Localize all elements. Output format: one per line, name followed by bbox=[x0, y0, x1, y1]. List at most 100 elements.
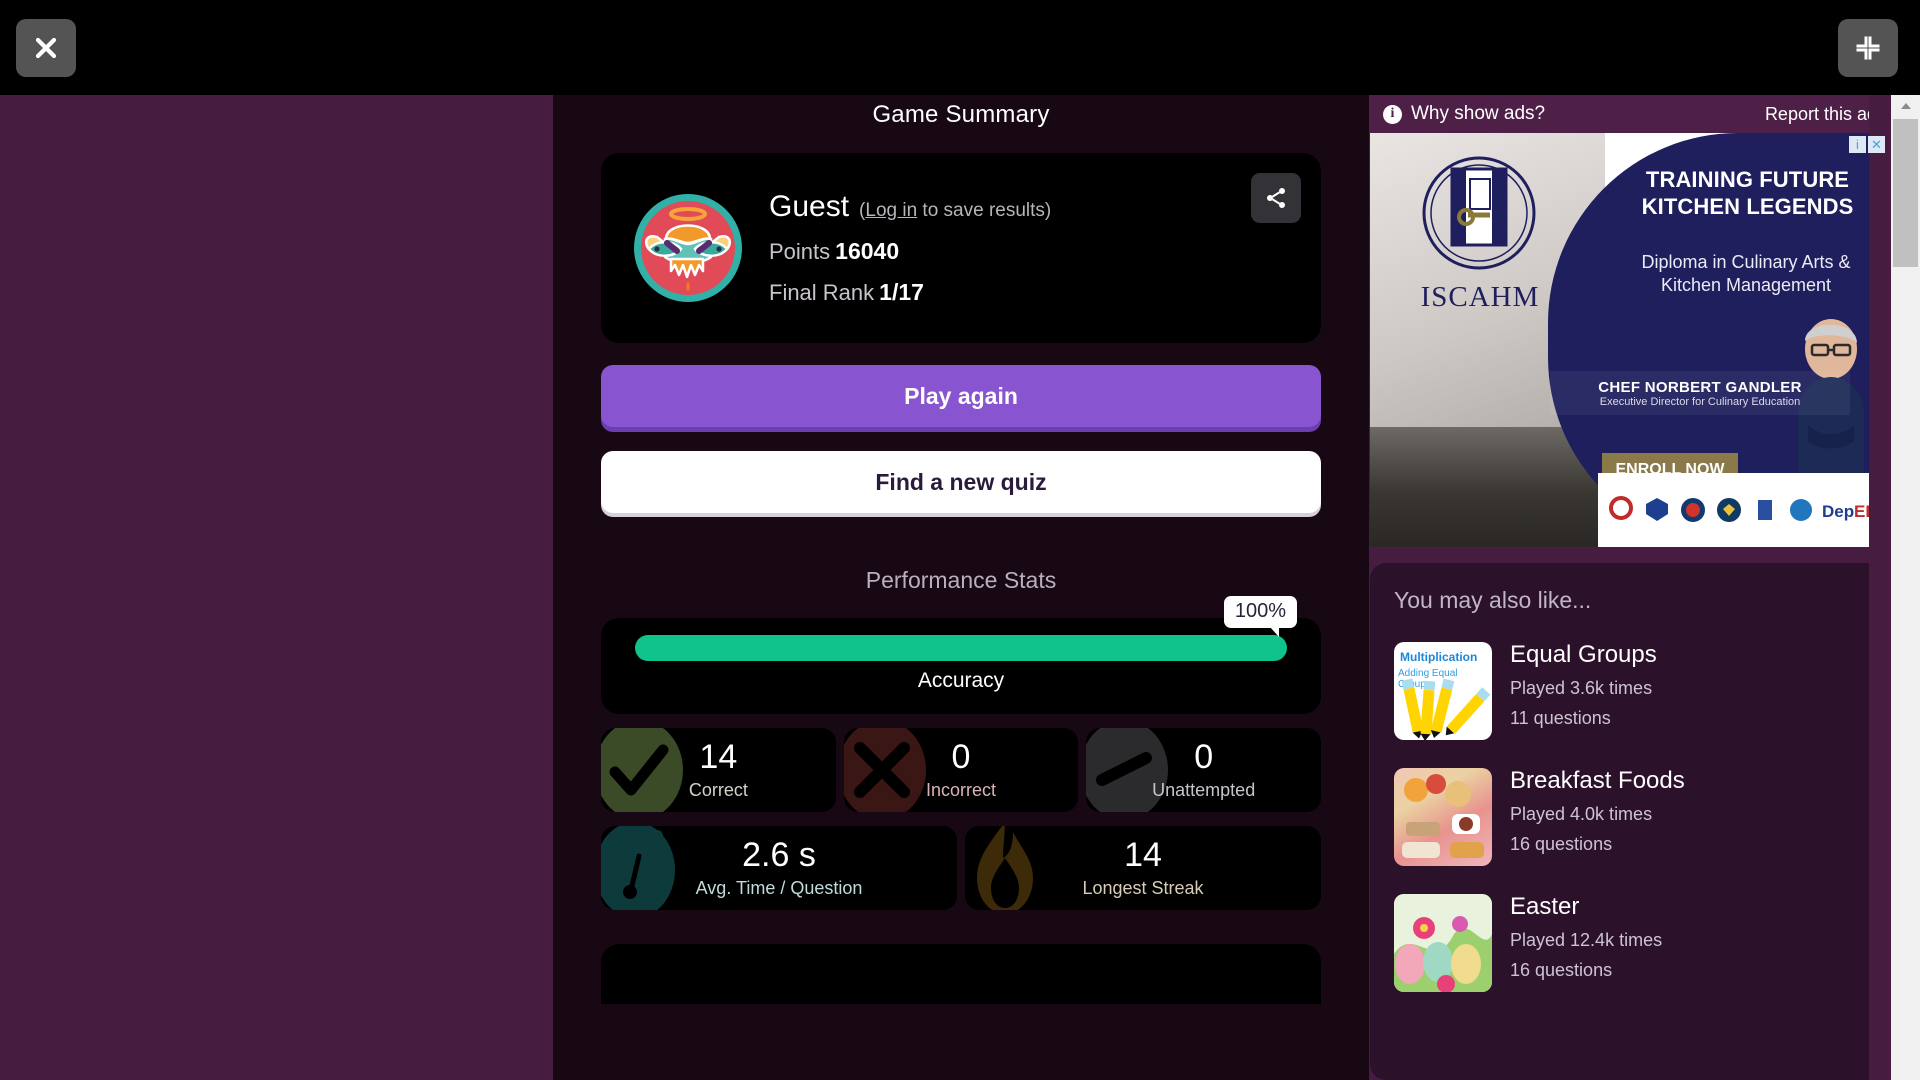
quiz-plays: Played 12.4k times bbox=[1510, 930, 1663, 951]
stat-incorrect: 0 Incorrect bbox=[843, 728, 1079, 812]
find-new-quiz-button[interactable]: Find a new quiz bbox=[601, 451, 1321, 513]
ad-chef-name: CHEF NORBERT GANDLER bbox=[1598, 378, 1802, 396]
page-title: Game Summary bbox=[872, 101, 1050, 128]
partner-logo-4 bbox=[1717, 498, 1741, 522]
player-name: Guest bbox=[769, 190, 850, 223]
quiz-title: Equal Groups bbox=[1510, 641, 1657, 668]
partner-logo-1 bbox=[1609, 496, 1633, 520]
quiz-title: Breakfast Foods bbox=[1510, 767, 1685, 794]
stats-row-primary: 14 Correct 0 Incorrect 0 Unattempted bbox=[601, 728, 1322, 812]
ad-banner[interactable]: ISCAHM TRAINING FUTURE KITCHEN LEGENDS D… bbox=[1370, 133, 1888, 547]
login-hint: (Log in to save results) bbox=[859, 200, 1052, 221]
stat-value: 2.6 s bbox=[742, 835, 816, 874]
ad-info-icon[interactable]: i bbox=[1849, 136, 1866, 153]
chevron-up-icon bbox=[1900, 103, 1911, 109]
avatar-icon bbox=[634, 194, 742, 302]
scroll-up-button[interactable] bbox=[1891, 95, 1920, 117]
quiz-plays: Played 4.0k times bbox=[1510, 804, 1653, 825]
breakfast-photo-icon bbox=[1402, 774, 1484, 858]
stat-unattempted: 0 Unattempted bbox=[1086, 728, 1322, 812]
stat-label: Longest Streak bbox=[1082, 877, 1204, 898]
close-icon bbox=[35, 37, 57, 59]
quiz-questions: 16 questions bbox=[1510, 834, 1613, 855]
quiz-plays: Played 3.6k times bbox=[1510, 678, 1653, 699]
ad-close-icon[interactable]: ✕ bbox=[1868, 136, 1885, 153]
player-info: Guest (Log in to save results) Points 160… bbox=[769, 190, 1051, 306]
report-this-ad-link[interactable]: Report this ad bbox=[1765, 104, 1877, 125]
scrollbar-thumb[interactable] bbox=[1893, 119, 1918, 267]
exit-fullscreen-button[interactable] bbox=[1838, 19, 1898, 77]
quiz-questions: 16 questions bbox=[1510, 960, 1613, 981]
flame-icon bbox=[965, 826, 1051, 910]
partner-logo-6 bbox=[1790, 499, 1812, 521]
quiz-thumbnail bbox=[1394, 894, 1492, 992]
ads-sidebar: i Why show ads? Report this ad ISCAHM TR… bbox=[1369, 95, 1920, 1080]
easter-photo-icon bbox=[1394, 894, 1492, 992]
next-section-card bbox=[601, 944, 1321, 1004]
partner-logo-5 bbox=[1758, 500, 1772, 520]
ad-brand: ISCAHM bbox=[1420, 281, 1540, 313]
quiz-meta: Equal Groups Played 3.6k times 11 questi… bbox=[1510, 642, 1657, 740]
left-empty-rail bbox=[0, 95, 553, 1080]
game-summary-column: Game Summary Guest (Log in to save resul… bbox=[553, 95, 1369, 1080]
compress-icon bbox=[1856, 36, 1880, 60]
sidebar-edge bbox=[1869, 95, 1891, 1080]
rank-value: 1/17 bbox=[879, 279, 924, 305]
you-may-also-like-card: You may also like... Multiplication Addi… bbox=[1370, 563, 1888, 1080]
list-item[interactable]: Easter Played 12.4k times 16 questions bbox=[1394, 894, 1888, 992]
stopwatch-icon bbox=[601, 826, 687, 910]
stats-row-secondary: 2.6 s Avg. Time / Question 14 Longest St… bbox=[601, 826, 1321, 910]
points-value: 16040 bbox=[835, 238, 900, 264]
stat-correct: 14 Correct bbox=[601, 728, 836, 812]
page-body: Game Summary Guest (Log in to save resul… bbox=[0, 95, 1920, 1080]
stat-avg-time: 2.6 s Avg. Time / Question bbox=[601, 826, 957, 910]
accuracy-card: 100% Accuracy bbox=[601, 596, 1321, 714]
points-row: Points 16040 bbox=[769, 238, 1051, 265]
rank-row: Final Rank 1/17 bbox=[769, 279, 1051, 306]
points-label: Points bbox=[769, 239, 831, 264]
stat-label: Correct bbox=[688, 779, 748, 800]
why-show-ads-link[interactable]: i Why show ads? bbox=[1383, 103, 1545, 125]
list-item[interactable]: Breakfast Foods Played 4.0k times 16 que… bbox=[1394, 768, 1888, 866]
quiz-meta: Easter Played 12.4k times 16 questions bbox=[1510, 894, 1662, 992]
suggestions-title: You may also like... bbox=[1394, 587, 1592, 613]
performance-stats-title: Performance Stats bbox=[865, 567, 1057, 593]
stat-label: Avg. Time / Question bbox=[695, 877, 863, 898]
login-link[interactable]: Log in bbox=[865, 200, 917, 221]
partner-logo-3 bbox=[1681, 498, 1705, 522]
thumb-title: Multiplication bbox=[1400, 650, 1478, 664]
ad-chef-strip: CHEF NORBERT GANDLER Executive Director … bbox=[1550, 371, 1850, 415]
cross-icon bbox=[843, 728, 930, 812]
accuracy-label: Accuracy bbox=[917, 669, 1005, 692]
close-button[interactable] bbox=[16, 19, 76, 77]
share-icon bbox=[1267, 188, 1285, 208]
iscahm-crest-icon bbox=[1422, 156, 1536, 270]
page-scrollbar[interactable] bbox=[1891, 95, 1920, 1080]
stat-label: Incorrect bbox=[925, 779, 997, 800]
ad-chef-role: Executive Director for Culinary Educatio… bbox=[1599, 395, 1801, 408]
browser-chrome-bar bbox=[0, 0, 1920, 95]
accuracy-percent-bubble: 100% bbox=[1223, 596, 1297, 637]
check-icon bbox=[601, 728, 687, 812]
list-item[interactable]: Multiplication Adding Equal Groups Equal… bbox=[1394, 642, 1888, 740]
quiz-thumbnail bbox=[1394, 768, 1492, 866]
quiz-meta: Breakfast Foods Played 4.0k times 16 que… bbox=[1510, 768, 1685, 866]
accuracy-bar-track: 100% bbox=[635, 596, 1297, 661]
play-again-button[interactable]: Play again bbox=[601, 365, 1321, 427]
accuracy-bar-fill bbox=[635, 635, 1287, 661]
ad-partner-logos: Dep ED bbox=[1598, 473, 1888, 547]
ad-controls[interactable]: i ✕ bbox=[1849, 136, 1885, 153]
quiz-questions: 11 questions bbox=[1510, 708, 1611, 729]
stat-label: Unattempted bbox=[1152, 779, 1256, 800]
stat-value: 0 bbox=[1194, 737, 1214, 776]
ad-subhead: Diploma in Culinary Arts & Kitchen Manag… bbox=[1641, 252, 1851, 296]
avatar bbox=[633, 193, 743, 303]
svg-text:Dep: Dep bbox=[1822, 502, 1854, 521]
info-icon: i bbox=[1383, 104, 1402, 124]
quiz-title: Easter bbox=[1510, 893, 1580, 920]
quiz-thumbnail: Multiplication Adding Equal Groups bbox=[1394, 642, 1492, 740]
stat-value: 14 bbox=[699, 737, 738, 776]
why-show-ads-label: Why show ads? bbox=[1411, 103, 1546, 124]
ad-headline: TRAINING FUTURE KITCHEN LEGENDS bbox=[1641, 167, 1854, 219]
share-button[interactable] bbox=[1251, 173, 1301, 223]
